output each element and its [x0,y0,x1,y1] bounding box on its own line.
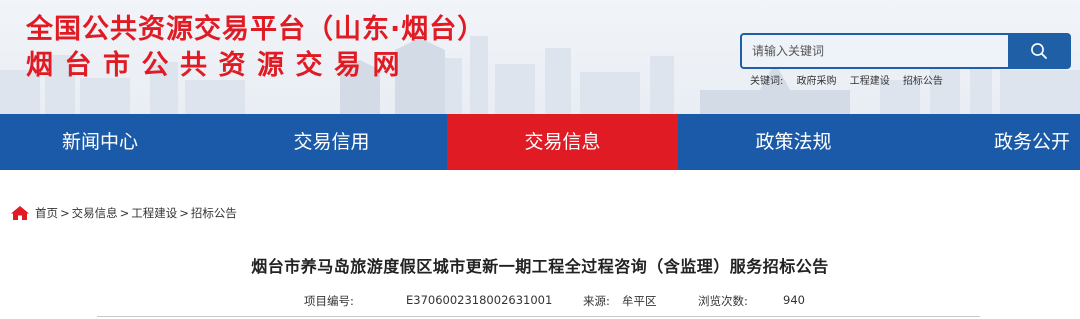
breadcrumb-home[interactable]: 首页 [35,205,58,221]
home-icon [11,206,29,220]
breadcrumb-trade-info[interactable]: 交易信息 [72,205,118,221]
nav-item-trade-info[interactable]: 交易信息 [447,114,678,170]
nav-item-policy[interactable]: 政策法规 [678,114,909,170]
nav-item-gov-affairs[interactable]: 政务公开 [930,114,1080,170]
breadcrumb-tender-notice[interactable]: 招标公告 [191,205,237,221]
search-button[interactable] [1008,33,1071,69]
divider [97,316,980,317]
page-title: 烟台市养马岛旅游度假区城市更新一期工程全过程咨询（含监理）服务招标公告 [251,257,829,276]
search-icon [1031,43,1047,59]
keyword-link[interactable]: 政府采购 [797,76,837,87]
hot-keywords: 关键词: 政府采购 工程建设 招标公告 [750,72,953,87]
breadcrumb-separator: > [179,206,189,220]
site-header: 全国公共资源交易平台（山东·烟台） 烟台市公共资源交易网 关键词: 政府采购 工… [0,0,1080,114]
nav-item-news[interactable]: 新闻中心 [0,114,200,170]
keywords-label: 关键词: [750,76,784,87]
breadcrumb-separator: > [60,206,70,220]
nav-item-credit[interactable]: 交易信用 [216,114,447,170]
site-brand[interactable]: 全国公共资源交易平台（山东·烟台） 烟台市公共资源交易网 [26,12,485,84]
breadcrumb: 首页 > 交易信息 > 工程建设 > 招标公告 [10,205,237,221]
search-input[interactable] [740,33,1018,69]
breadcrumb-engineering[interactable]: 工程建设 [131,205,177,221]
keyword-link[interactable]: 工程建设 [850,76,890,87]
search-box [740,33,1071,69]
main-nav: 新闻中心 交易信用 交易信息 政策法规 政务公开 [0,114,1080,170]
keyword-link[interactable]: 招标公告 [903,76,943,87]
site-title-line1: 全国公共资源交易平台（山东·烟台） [26,14,486,45]
source-label: 来源: [583,294,610,308]
views-count: 940 [783,293,805,307]
breadcrumb-separator: > [119,206,130,220]
source-value: 牟平区 [622,294,657,308]
project-no-value: E3706002318002631001 [406,293,553,307]
views-label: 浏览次数: [698,294,748,308]
project-no-label: 项目编号: [304,294,354,308]
site-title-line2: 烟台市公共资源交易网 [26,50,411,81]
